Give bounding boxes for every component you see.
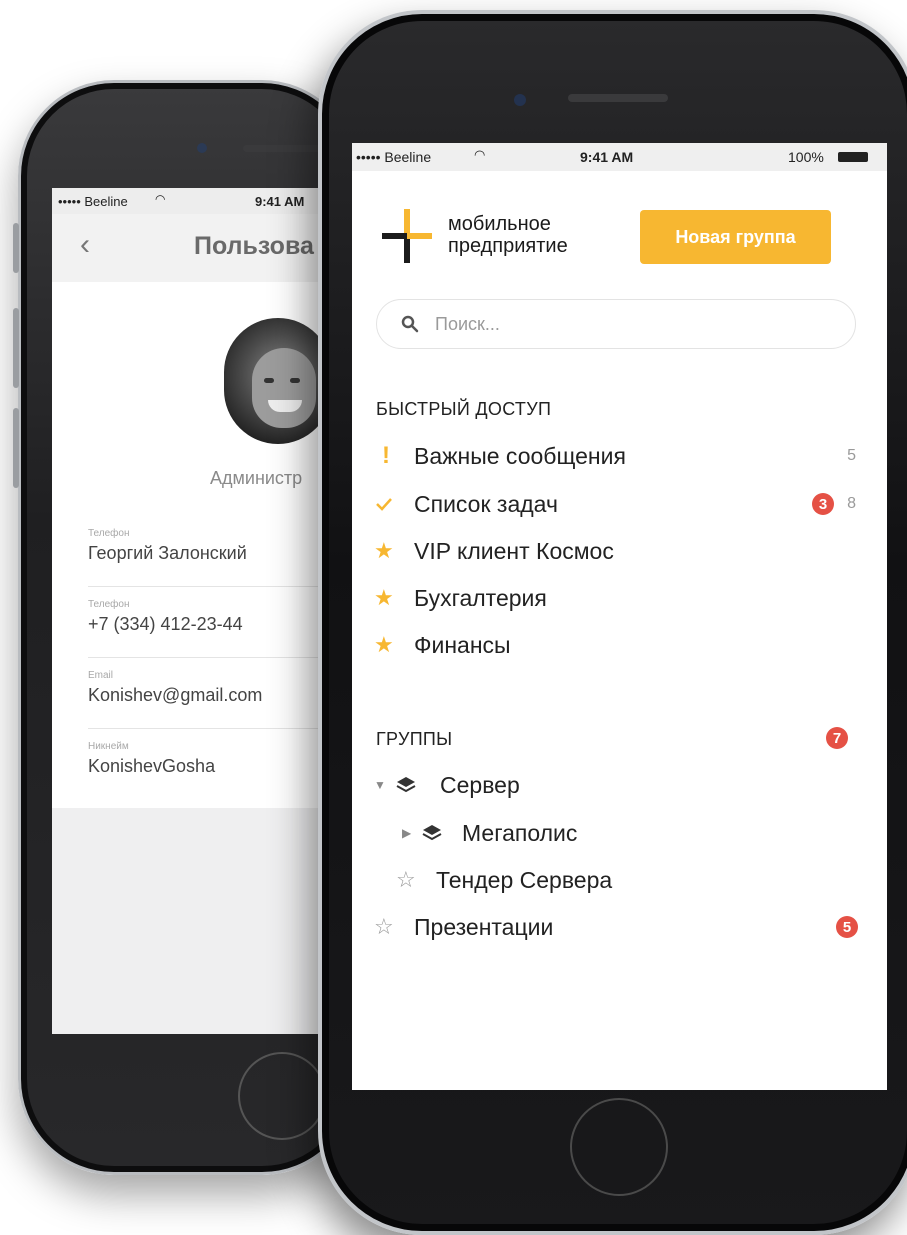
search-icon	[401, 315, 423, 333]
tree-item-tender[interactable]: ☆ Тендер Сервера	[396, 862, 864, 898]
field-label: Email	[88, 670, 114, 681]
front-camera	[514, 94, 526, 106]
list-item-label: Финансы	[414, 631, 511, 658]
status-time: 9:41 AM	[580, 149, 634, 165]
volume-up-button	[13, 308, 19, 388]
field-label: Телефон	[88, 528, 130, 539]
list-item-important[interactable]: ! Важные сообщения 5	[374, 438, 864, 474]
field-name: Телефон Георгий Залонский	[88, 528, 322, 586]
tree-item-megapolis[interactable]: ▶ Мегаполис	[402, 815, 864, 851]
status-bar: ••••• Beeline ◠ 9:41 AM 100%	[352, 143, 887, 171]
earpiece-speaker	[568, 94, 668, 102]
star-icon: ★	[374, 538, 394, 563]
list-item-vip[interactable]: ★ VIP клиент Космос	[374, 533, 864, 569]
list-item-accounting[interactable]: ★ Бухгалтерия	[374, 580, 864, 616]
layers-icon	[422, 824, 462, 842]
nav-bar: ‹ Пользова	[52, 214, 322, 282]
search-input[interactable]: Поиск...	[376, 299, 856, 349]
avatar	[224, 318, 322, 444]
empty-area	[52, 808, 322, 1034]
star-icon: ★	[374, 632, 394, 657]
wifi-icon: ◠	[155, 192, 166, 206]
field-nickname: Никнейм KonishevGosha	[88, 729, 322, 787]
list-item-tasks[interactable]: Список задач 3 8	[374, 486, 864, 522]
check-icon	[374, 496, 414, 512]
status-bar: ••••• Beeline ◠ 9:41 AM	[52, 188, 322, 214]
search-placeholder: Поиск...	[435, 313, 500, 334]
groups-title: ГРУППЫ	[376, 729, 453, 749]
item-count: 5	[847, 447, 856, 464]
plus-logo-icon	[382, 209, 432, 263]
quick-access-title: БЫСТРЫЙ ДОСТУП	[376, 399, 552, 419]
carrier-label: ••••• Beeline	[356, 149, 432, 165]
front-phone-screen: ••••• Beeline ◠ 9:41 AM 100% мобильное п…	[352, 143, 887, 1090]
field-value[interactable]: Konishev@gmail.com	[88, 685, 322, 706]
exclamation-icon: !	[382, 442, 390, 469]
logo-line-2: предприятие	[448, 235, 568, 257]
battery-icon	[838, 152, 868, 162]
list-item-label: VIP клиент Космос	[414, 537, 614, 564]
tree-item-presentations[interactable]: ☆ Презентации 5	[374, 909, 864, 945]
front-home-button[interactable]	[570, 1098, 668, 1196]
volume-down-button	[13, 408, 19, 488]
star-outline-icon[interactable]: ☆	[374, 914, 414, 940]
groups-badge: 7	[826, 727, 848, 749]
field-email: Email Konishev@gmail.com	[88, 658, 322, 716]
status-time: 9:41 AM	[255, 194, 305, 209]
tree-item-server[interactable]: ▼ Сервер	[374, 767, 864, 803]
list-item-label: Тендер Сервера	[436, 866, 613, 893]
list-item-label: Презентации	[414, 913, 554, 940]
list-item-finance[interactable]: ★ Финансы	[374, 627, 864, 663]
back-home-button[interactable]	[238, 1052, 326, 1140]
field-value[interactable]: Георгий Залонский	[88, 543, 322, 564]
caret-right-icon[interactable]: ▶	[402, 826, 422, 840]
list-item-label: Мегаполис	[462, 819, 578, 846]
new-group-button[interactable]: Новая группа	[640, 210, 831, 264]
field-value[interactable]: KonishevGosha	[88, 756, 322, 777]
carrier-label: ••••• Beeline	[58, 194, 128, 209]
layers-icon	[396, 776, 440, 794]
back-phone-screen: ••••• Beeline ◠ 9:41 AM ‹ Пользова Админ…	[52, 188, 322, 1034]
list-item-label: Бухгалтерия	[414, 584, 547, 611]
list-item-label: Список задач	[414, 490, 558, 517]
item-count: 8	[847, 495, 856, 512]
field-label: Никнейм	[88, 741, 129, 752]
field-label: Телефон	[88, 599, 130, 610]
item-badge: 5	[836, 916, 858, 938]
field-phone: Телефон +7 (334) 412-23-44	[88, 587, 322, 645]
logo-line-1: мобильное	[448, 213, 551, 235]
list-item-label: Сервер	[440, 771, 520, 798]
star-icon: ★	[374, 585, 394, 610]
profile-fields: Телефон Георгий Залонский Телефон +7 (33…	[88, 528, 322, 787]
star-outline-icon[interactable]: ☆	[396, 867, 436, 893]
wifi-icon: ◠	[474, 147, 486, 162]
logo-text: мобильное предприятие	[448, 213, 568, 257]
page-title: Пользова	[194, 232, 314, 260]
item-badge: 3	[812, 493, 834, 515]
battery-percent: 100%	[788, 149, 824, 165]
field-value[interactable]: +7 (334) 412-23-44	[88, 614, 322, 635]
mute-switch	[13, 223, 19, 273]
caret-down-icon[interactable]: ▼	[374, 778, 396, 792]
front-camera	[197, 143, 207, 153]
user-role: Администр	[210, 468, 303, 488]
chevron-left-icon[interactable]: ‹	[80, 228, 90, 262]
list-item-label: Важные сообщения	[414, 442, 626, 469]
